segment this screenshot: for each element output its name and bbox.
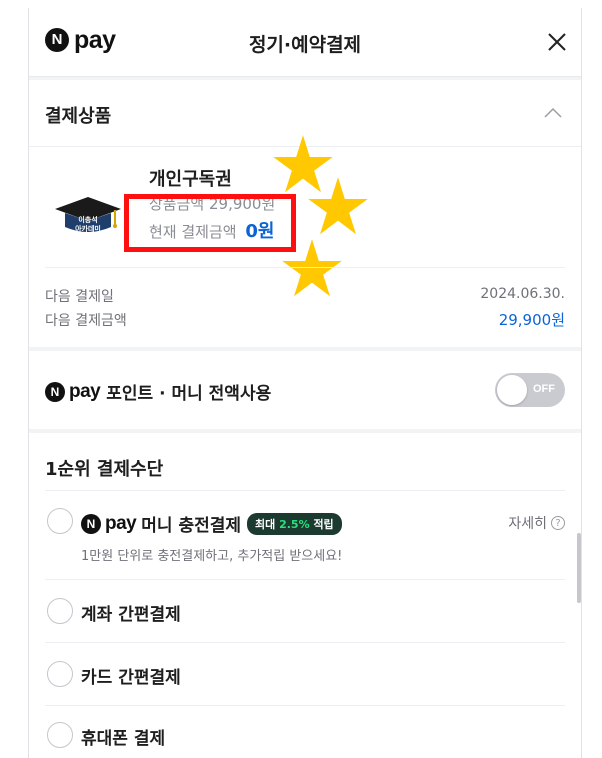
payment-panel: N pay 정기·예약결제 결제상품 이충석 아카데미 개인구독권 상품금액 2… [28,8,582,758]
next-payment-amount-label: 다음 결제금액 [45,313,127,329]
header-bar: N pay 정기·예약결제 [29,8,581,77]
star-annotation [308,177,368,235]
radio-button[interactable] [47,722,73,748]
close-button[interactable] [543,28,571,56]
chevron-up-icon [544,107,562,118]
product-section-title: 결제상품 [45,106,112,127]
scrollbar[interactable] [577,533,581,603]
option-label: 계좌 간편결제 [81,605,181,625]
thumbnail-text-2: 아카데미 [75,224,101,233]
toggle-knob [497,375,527,405]
detail-label: 자세히 [508,516,547,532]
payment-option-phone[interactable]: 휴대폰 결제 [29,706,581,758]
product-name: 개인구독권 [149,169,232,190]
npay-money-label-row: N pay 머니 충전결제 최대 2.5% 적립 [81,511,342,536]
payment-option-account[interactable]: 계좌 간편결제 [29,580,581,642]
toggle-state-label: OFF [533,383,555,395]
radio-button[interactable] [47,661,73,687]
badge-prefix: 최대 [255,517,280,531]
graduation-cap-thumbnail: 이충석 아카데미 [55,197,121,233]
payment-methods-section: 1순위 결제수단 N pay 머니 충전결제 최대 2.5% 적립 자세히 ? … [29,433,581,758]
highlight-box [124,194,296,252]
radio-button[interactable] [47,598,73,624]
thumbnail-text-1: 이충석 [78,215,97,224]
badge-highlight: 2.5% [279,517,310,531]
points-label: 포인트 · 머니 전액사용 [106,384,272,404]
star-annotation [282,239,342,297]
close-icon [548,33,566,51]
badge-suffix: 적립 [309,517,334,531]
npay-n-icon: N [45,381,65,402]
points-row: N pay 포인트 · 머니 전액사용 [45,379,271,404]
next-payment-date-value: 2024.06.30. [480,286,565,302]
next-payment-date-label: 다음 결제일 [45,289,114,305]
points-section: N pay 포인트 · 머니 전액사용 OFF [29,351,581,429]
product-section: 결제상품 이충석 아카데미 개인구독권 상품금액 29,900원 현재 결제금액… [29,80,581,347]
collapse-button[interactable] [543,104,563,118]
option-label: 머니 충전결제 [141,516,242,536]
payment-option-card[interactable]: 카드 간편결제 [29,643,581,705]
page-title: 정기·예약결제 [248,34,362,56]
product-item: 이충석 아카데미 개인구독권 상품금액 29,900원 현재 결제금액 0원 [29,135,581,297]
detail-link[interactable]: 자세히 ? [508,513,565,533]
npay-n-icon: N [81,513,101,534]
option-description: 1만원 단위로 충전결제하고, 추가적립 받으세요! [81,549,343,564]
next-payment-amount-value: 29,900원 [498,311,565,329]
option-label: 휴대폰 결제 [81,729,166,749]
question-icon: ? [551,516,565,530]
npay-pay-text: pay [105,512,137,534]
points-toggle[interactable]: OFF [495,373,565,407]
divider [45,267,565,268]
radio-button[interactable] [47,508,73,534]
option-label: 카드 간편결제 [81,668,181,688]
npay-pay-text: pay [69,380,101,402]
reward-badge: 최대 2.5% 적립 [247,512,342,535]
payment-methods-title: 1순위 결제수단 [45,459,164,480]
payment-option-npay-money[interactable]: N pay 머니 충전결제 최대 2.5% 적립 자세히 ? 1만원 단위로 충… [29,491,581,579]
